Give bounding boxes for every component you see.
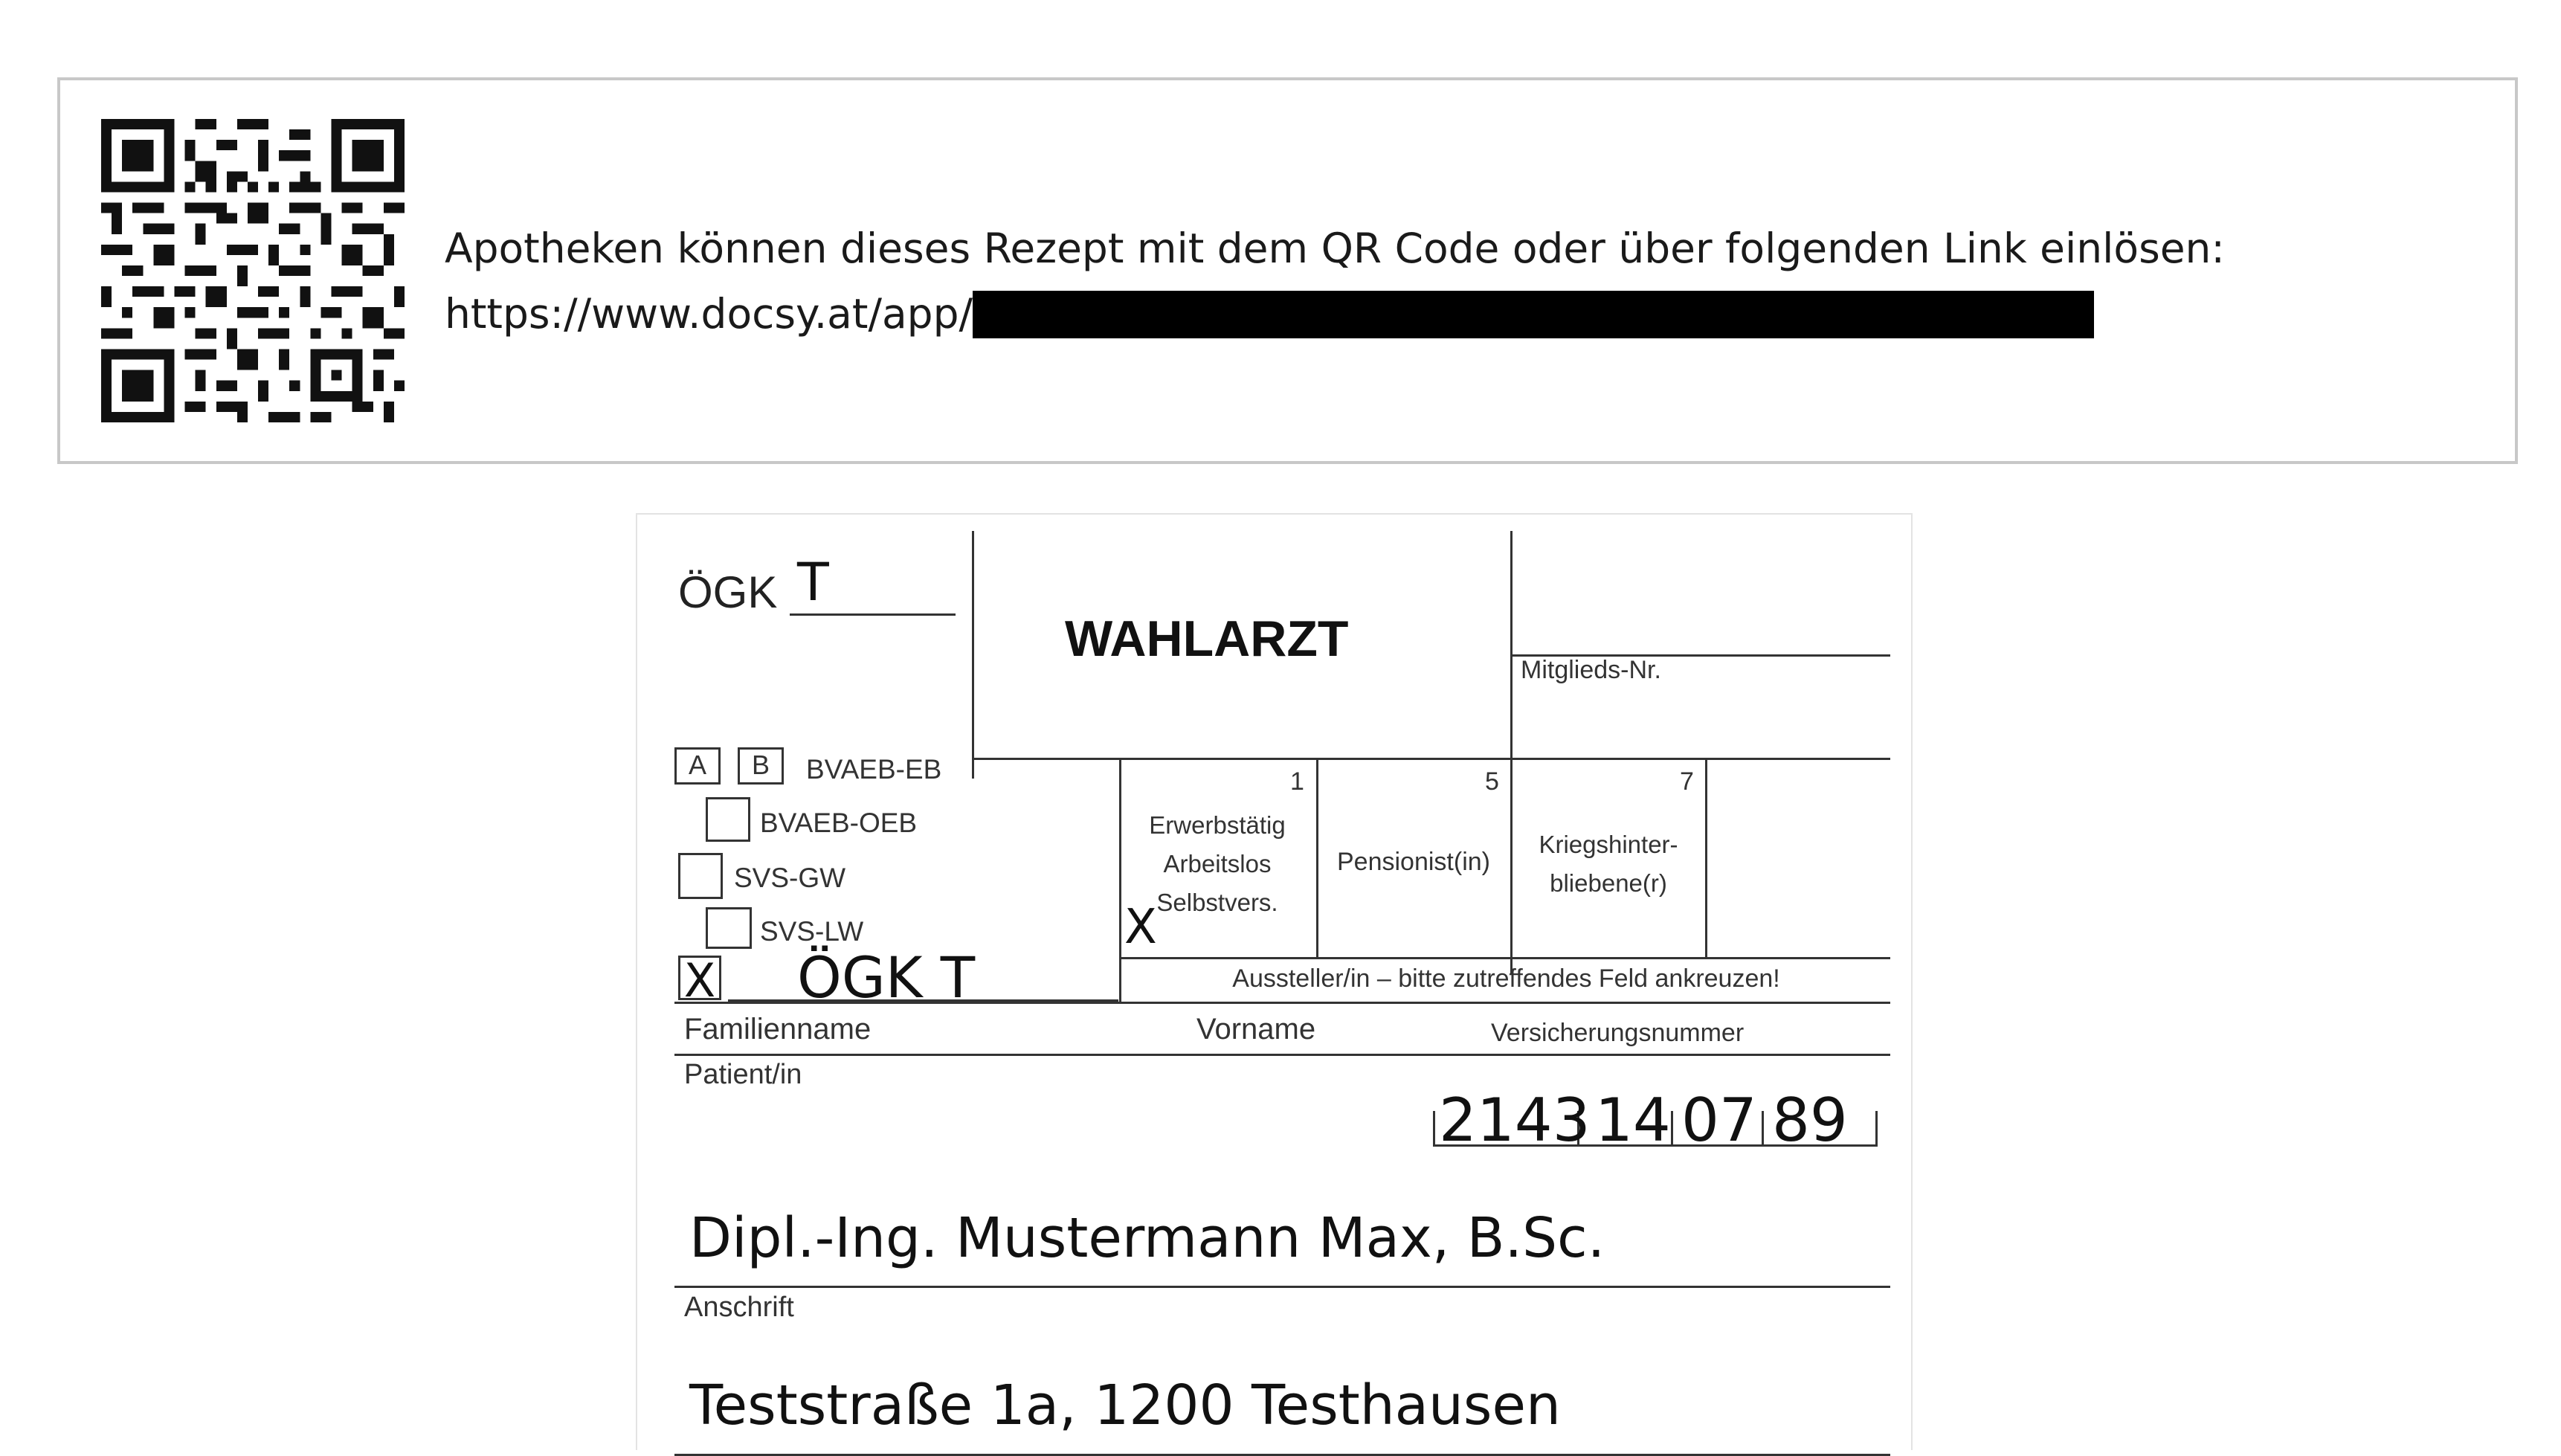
banner-instruction: Apotheken können dieses Rezept mit dem Q… <box>445 225 2225 272</box>
family-name-header: Familienname <box>684 1013 872 1046</box>
bvaeb-oeb-checkbox[interactable] <box>706 797 750 842</box>
ssn-part-4: 89 <box>1772 1086 1848 1155</box>
prescription-form: ÖGK T WAHLARZT Mitglieds-Nr. A B BVAEB-E… <box>636 513 1913 1456</box>
bvaeb-eb-label: BVAEB-EB <box>806 754 942 785</box>
insurer-underline <box>790 613 956 616</box>
divider-line <box>1119 957 1890 959</box>
member-number-label: Mitglieds-Nr. <box>1521 656 1661 684</box>
form-title: WAHLARZT <box>1065 611 1349 667</box>
category-5-label: Pensionist(in) <box>1337 848 1490 876</box>
category-1-mark: X <box>1124 900 1157 955</box>
bvaeb-oeb-label: BVAEB-OEB <box>760 808 918 838</box>
box-b-label: B <box>751 750 770 780</box>
oegk-underline <box>728 999 1118 1002</box>
category-7-line2: bliebene(r) <box>1550 869 1667 897</box>
divider-line <box>674 1054 1890 1056</box>
patient-name: Dipl.-Ing. Mustermann Max, B.Sc. <box>689 1206 1605 1270</box>
svs-lw-checkbox[interactable] <box>706 907 752 949</box>
issuer-instruction: Aussteller/in – bitte zutreffendes Feld … <box>1232 964 1780 993</box>
banner-link-prefix: https://www.docsy.at/app/ <box>445 290 973 338</box>
category-1-number: 1 <box>1290 767 1304 796</box>
insurer-label: ÖGK <box>678 567 778 617</box>
ssn-field: 2143 14 07 89 <box>1433 1080 1879 1155</box>
divider-line <box>674 1286 1890 1288</box>
category-1-line2: Arbeitslos <box>1163 850 1272 877</box>
ssn-box-divider <box>1875 1111 1878 1147</box>
category-7-line1: Kriegshinter- <box>1539 831 1678 858</box>
divider-line <box>972 758 1890 760</box>
svs-lw-label: SVS-LW <box>760 916 864 947</box>
category-5-number: 5 <box>1485 767 1499 796</box>
divider-line <box>1705 758 1707 957</box>
qr-code-image <box>101 119 405 422</box>
address-label: Anschrift <box>684 1292 794 1323</box>
ssn-box-divider <box>1433 1111 1435 1147</box>
first-name-header: Vorname <box>1196 1013 1316 1046</box>
category-7-number: 7 <box>1680 767 1694 796</box>
ssn-part-2: 14 <box>1595 1086 1671 1155</box>
oegk-check-mark: X <box>683 953 716 1008</box>
divider-line <box>1510 531 1513 974</box>
banner-link[interactable]: https://www.docsy.at/app/ <box>445 281 2225 347</box>
redaction-bar <box>973 291 2095 338</box>
box-a-label: A <box>688 750 706 780</box>
category-1-line1: Erwerbstätig <box>1149 811 1286 839</box>
patient-label: Patient/in <box>684 1059 802 1090</box>
svs-gw-label: SVS-GW <box>734 863 846 893</box>
ssn-box-divider <box>1762 1111 1764 1147</box>
banner-text: Apotheken können dieses Rezept mit dem Q… <box>445 216 2225 347</box>
insurer-value: T <box>797 552 829 613</box>
ssn-part-1: 2143 <box>1439 1086 1591 1155</box>
svs-gw-checkbox[interactable] <box>678 853 723 899</box>
address-value: Teststraße 1a, 1200 Testhausen <box>689 1373 1561 1437</box>
category-7-label: Kriegshinter- bliebene(r) <box>1513 825 1704 903</box>
ssn-box-divider <box>1671 1111 1673 1147</box>
ssn-part-3: 07 <box>1681 1086 1757 1155</box>
divider-line <box>972 531 974 779</box>
ssn-header: Versicherungsnummer <box>1491 1019 1745 1047</box>
divider-line <box>1119 758 1121 1002</box>
